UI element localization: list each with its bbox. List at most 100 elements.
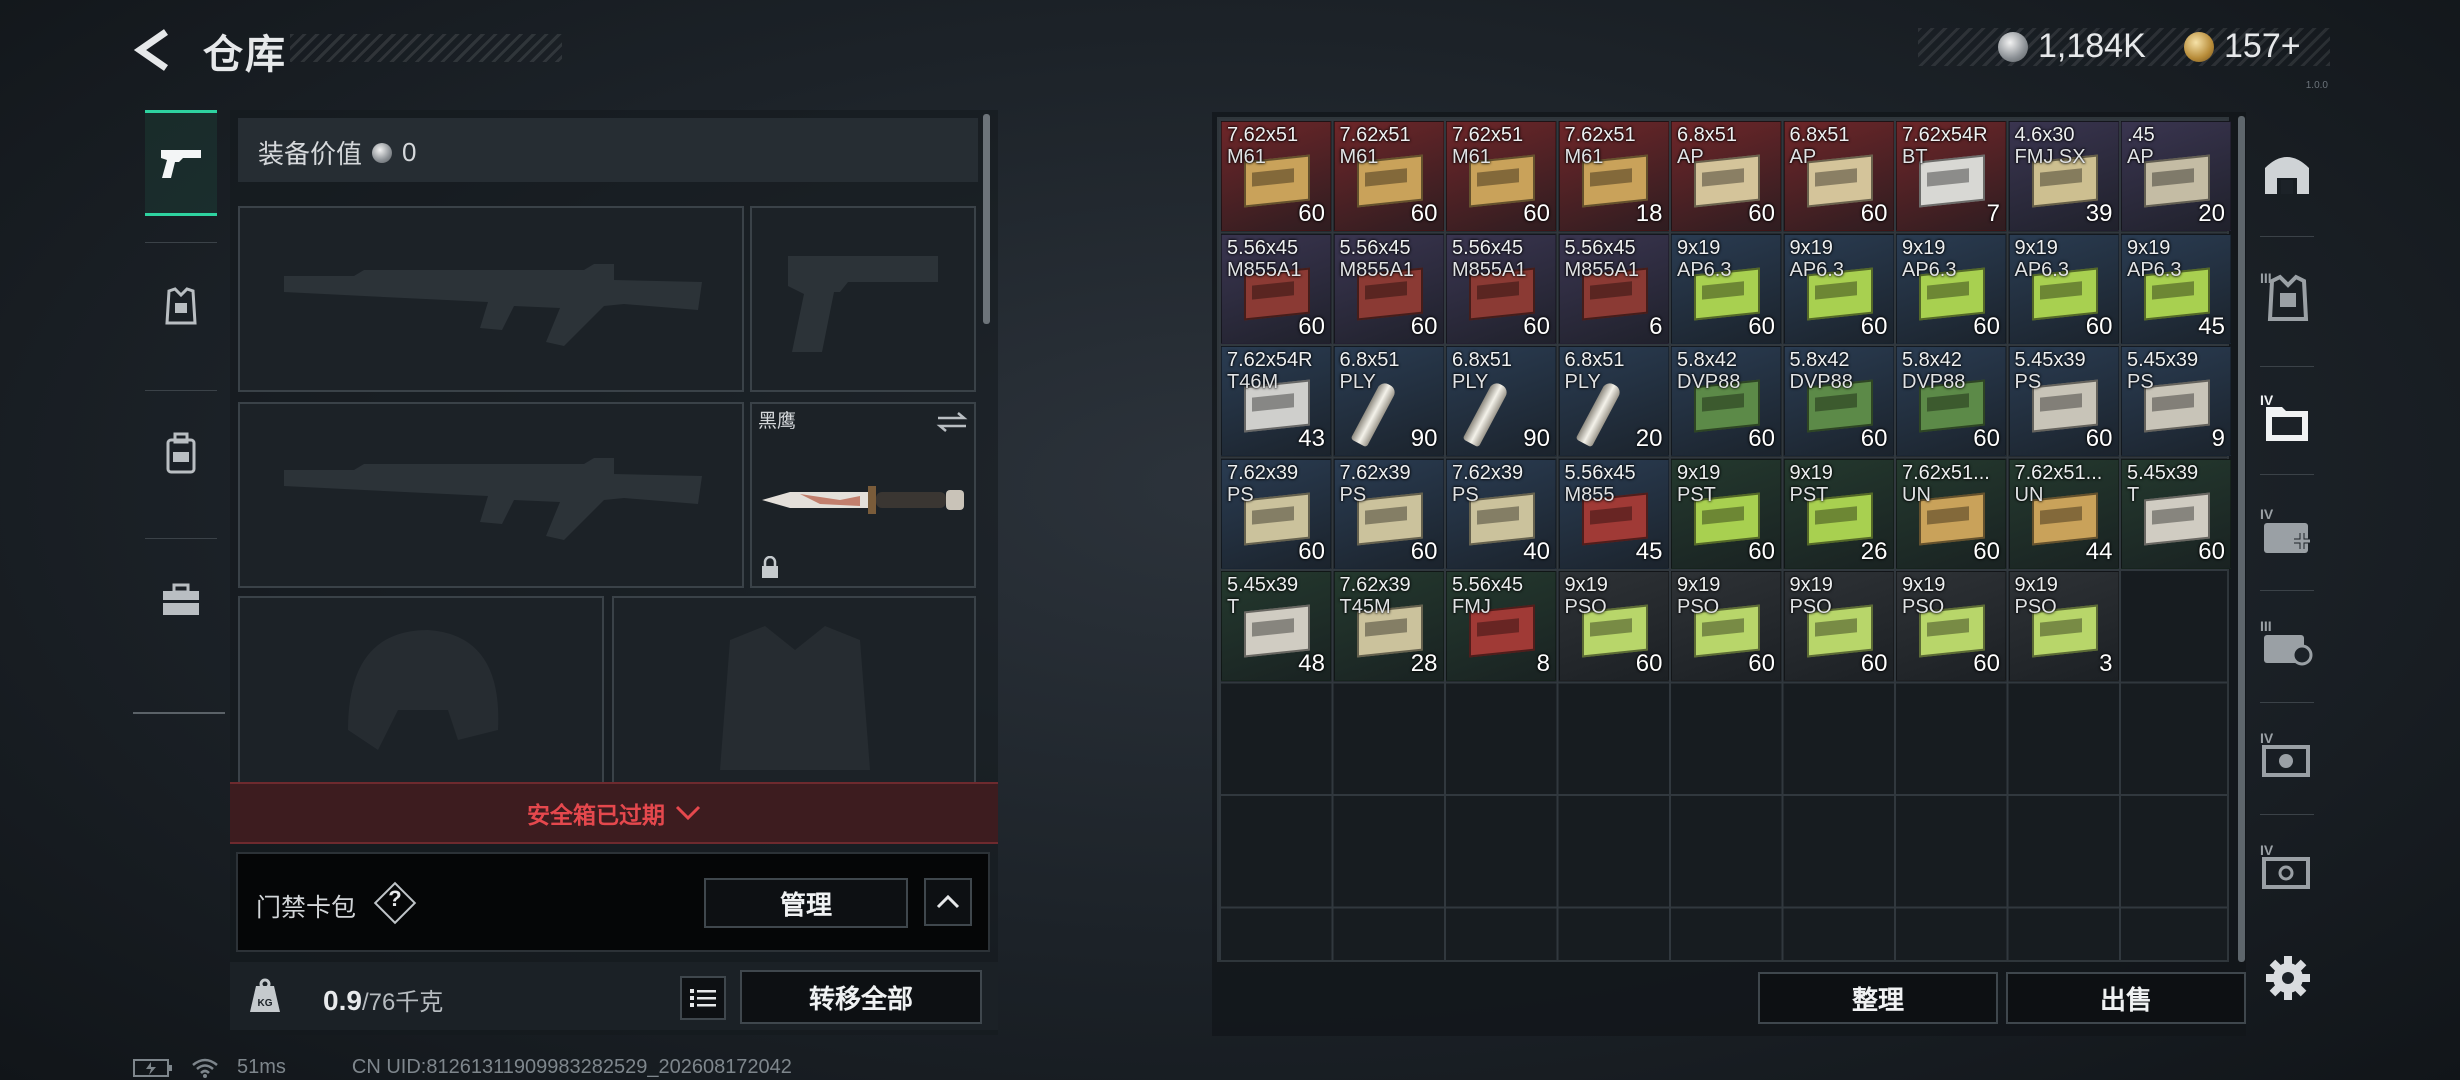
item-caliber: 7.62x54R: [1227, 349, 1313, 371]
stash-item[interactable]: 9x19 AP6.3 60: [2008, 233, 2119, 344]
item-caliber: 7.62x39: [1452, 461, 1524, 484]
stash-item[interactable]: 5.56x45 M855A1 60: [1333, 233, 1444, 344]
item-caliber: 9x19: [1677, 574, 1721, 596]
stash-item[interactable]: 7.62x51 M61 18: [1558, 121, 1669, 231]
stash-item[interactable]: 7.62x39 T45M 28: [1333, 571, 1444, 681]
melee-slot[interactable]: 黑鹰: [750, 402, 976, 588]
helmet-slot[interactable]: [238, 596, 604, 786]
stash-item[interactable]: 5.56x45 M855 45: [1558, 458, 1669, 569]
stash-item[interactable]: 9x19 AP6.3 45: [2121, 233, 2231, 344]
pistol-icon: [161, 150, 201, 178]
swap-icon[interactable]: [936, 410, 968, 434]
currency-display[interactable]: 1,184K: [1998, 27, 2146, 66]
item-caliber: 7.62x51: [1227, 124, 1299, 146]
body-armor-slot[interactable]: [612, 596, 976, 786]
stash-item[interactable]: 9x19 PSO 60: [1558, 571, 1669, 681]
stash-item[interactable]: 9x19 PSO 3: [2008, 571, 2119, 681]
safe-box-expired-banner[interactable]: 安全箱已过期: [230, 782, 998, 844]
stash-item[interactable]: 7.62x51 M61 60: [1221, 121, 1331, 231]
stash-item[interactable]: 9x19 PST 26: [1783, 458, 1894, 569]
stash-item[interactable]: 6.8x51 AP 60: [1783, 121, 1894, 231]
weight-max: /76千克: [361, 989, 444, 1016]
stash-item[interactable]: 9x19 AP6.3 60: [1896, 233, 2006, 344]
manage-button[interactable]: 管理: [704, 878, 908, 928]
item-type: UN: [2014, 483, 2044, 506]
stash-item[interactable]: 7.62x54R BT 7: [1896, 121, 2006, 231]
stash-item[interactable]: 4.6x30 FMJ SX 39: [2008, 121, 2119, 231]
stash-item[interactable]: 6.8x51 PLY 20: [1558, 346, 1669, 456]
help-icon[interactable]: ?: [380, 886, 410, 912]
sort-button[interactable]: 整理: [1758, 972, 1998, 1024]
stash-item[interactable]: 5.8x42 DVP88 60: [1783, 346, 1894, 456]
stash-item[interactable]: 9x19 AP6.3 60: [1783, 233, 1894, 344]
list-view-button[interactable]: [680, 976, 726, 1020]
stash-item[interactable]: 9x19 AP6.3 60: [1671, 233, 1781, 344]
stash-item[interactable]: 9x19 PSO 60: [1783, 571, 1894, 681]
loadout-scrollbar[interactable]: [983, 114, 990, 324]
secondary-weapon-slot[interactable]: [238, 402, 744, 588]
filter-money-button[interactable]: IV: [2256, 720, 2318, 790]
settings-button[interactable]: [2262, 952, 2314, 1004]
item-type: PS: [1339, 483, 1367, 506]
stash-item[interactable]: 5.56x45 M855A1 60: [1446, 233, 1556, 344]
stash-item[interactable]: 7.62x54R T46M 43: [1221, 346, 1331, 456]
item-caliber: 4.6x30: [2014, 124, 2075, 146]
stash-item[interactable]: 7.62x39 PS 60: [1221, 458, 1331, 569]
premium-display[interactable]: 157+: [2184, 27, 2301, 66]
item-type: M61: [1564, 146, 1604, 168]
transfer-all-button[interactable]: 转移全部: [740, 970, 982, 1024]
stash-item[interactable]: 6.8x51 AP 60: [1671, 121, 1781, 231]
list-icon: [690, 989, 716, 1007]
sell-button[interactable]: 出售: [2006, 972, 2246, 1024]
stash-item[interactable]: 7.62x51 M61 60: [1446, 121, 1556, 231]
filter-ticket-button[interactable]: IV: [2256, 832, 2318, 902]
tab-armor[interactable]: [145, 257, 217, 357]
filter-armor-button[interactable]: III: [2256, 260, 2318, 330]
stash-item[interactable]: 5.45x39 PS 60: [2008, 346, 2119, 456]
item-caliber: 7.62x51...: [2014, 461, 2103, 484]
svg-text:IV: IV: [2260, 842, 2274, 858]
stash-item[interactable]: 9x19 PSO 60: [1896, 571, 2006, 681]
stash-item[interactable]: 5.8x42 DVP88 60: [1671, 346, 1781, 456]
stash-item[interactable]: 5.56x45 FMJ 8: [1446, 571, 1556, 681]
stash-item[interactable]: 5.45x39 PS 9: [2121, 346, 2231, 456]
tab-weapons[interactable]: [145, 110, 217, 216]
money-tier-icon: IV: [2260, 730, 2310, 777]
stash-item[interactable]: 7.62x39 PS 60: [1333, 458, 1444, 569]
tab-toolbox[interactable]: [145, 550, 217, 650]
stash-item[interactable]: 5.56x45 M855A1 60: [1221, 233, 1331, 344]
keycard-label: 门禁卡包: [256, 894, 357, 922]
stash-home-button[interactable]: [2256, 138, 2318, 208]
stash-scrollbar[interactable]: [2238, 116, 2245, 962]
stash-item[interactable]: 6.8x51 PLY 90: [1446, 346, 1556, 456]
svg-text:IV: IV: [2260, 506, 2274, 522]
stash-grid[interactable]: 7.62x51 M61 60 7.62x51 M61 60 7.62x51 M61 60 7.62…: [1217, 117, 2231, 962]
item-count: 60: [1973, 425, 2000, 452]
stash-item[interactable]: 7.62x51... UN 60: [1896, 458, 2006, 569]
primary-weapon-slot[interactable]: [238, 206, 744, 392]
tab-backpack[interactable]: [145, 403, 217, 503]
svg-text:III: III: [2260, 618, 2272, 634]
collapse-button[interactable]: [924, 878, 972, 926]
stash-item[interactable]: 7.62x39 PS 40: [1446, 458, 1556, 569]
stash-item[interactable]: 9x19 PST 60: [1671, 458, 1781, 569]
stash-item[interactable]: 9x19 PSO 60: [1671, 571, 1781, 681]
filter-medkit-button[interactable]: IV: [2256, 496, 2318, 566]
stash-item[interactable]: 5.56x45 M855A1 6: [1558, 233, 1669, 344]
item-caliber: 5.56x45: [1564, 461, 1636, 484]
item-caliber: 6.8x51: [1564, 349, 1625, 371]
stash-item[interactable]: 7.62x51... UN 44: [2008, 458, 2119, 569]
filter-folder-button[interactable]: IV: [2256, 382, 2318, 452]
stash-item[interactable]: .45 AP 20: [2121, 121, 2231, 231]
stash-item[interactable]: 7.62x51 M61 60: [1333, 121, 1444, 231]
filter-card-button[interactable]: III: [2256, 608, 2318, 678]
item-caliber: 5.56x45: [1452, 236, 1524, 259]
pistol-slot[interactable]: [750, 206, 976, 392]
item-caliber: 6.8x51: [1452, 349, 1513, 371]
back-icon[interactable]: [132, 28, 176, 72]
stash-item[interactable]: 5.8x42 DVP88 60: [1896, 346, 2006, 456]
stash-item[interactable]: 6.8x51 PLY 90: [1333, 346, 1444, 456]
stash-item[interactable]: 5.45x39 T 60: [2121, 458, 2231, 569]
armor-tier-icon: III: [2260, 270, 2309, 321]
stash-item[interactable]: 5.45x39 T 48: [1221, 571, 1331, 681]
